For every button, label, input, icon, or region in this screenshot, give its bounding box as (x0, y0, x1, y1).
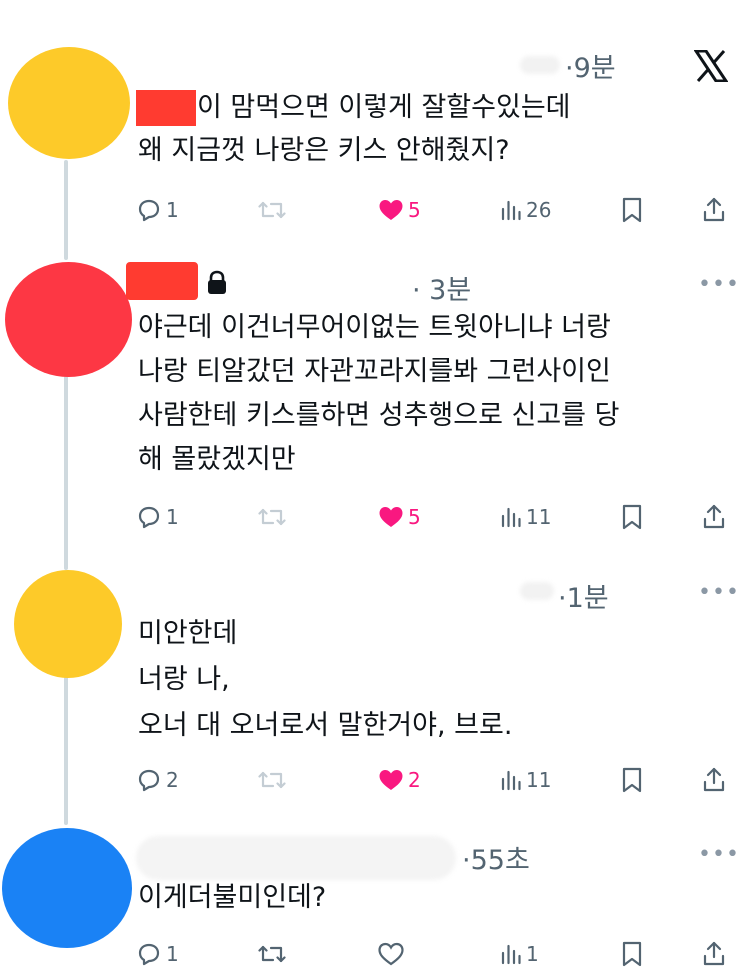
views-button[interactable]: 26 (500, 195, 551, 225)
bookmark-icon (622, 941, 642, 967)
tweet-text-line: 나랑 티알갔던 자관꼬라지를봐 그런사이인 (138, 356, 611, 387)
reply-count: 1 (166, 942, 179, 966)
redacted-name (126, 262, 198, 300)
more-options-icon[interactable]: ••• (698, 272, 740, 297)
tweet-text-line: 사람한테 키스를하면 성추행으로 신고를 당 (138, 400, 620, 431)
retweet-button[interactable] (258, 939, 286, 969)
retweet-button[interactable] (258, 765, 286, 795)
tweet-actions: 1 5 11 (0, 502, 750, 532)
bookmark-button[interactable] (621, 195, 643, 225)
like-button[interactable]: 5 (378, 502, 421, 532)
share-button[interactable] (702, 195, 726, 225)
retweet-icon (258, 945, 286, 963)
tweet-actions: 1 1 (0, 939, 750, 969)
tweet-time[interactable]: ·55초 (462, 838, 530, 877)
tweet-time[interactable]: ·1분 (558, 576, 609, 615)
share-icon (703, 767, 725, 792)
reply-button[interactable]: 2 (136, 765, 179, 795)
share-button[interactable] (702, 939, 726, 969)
tweet-text-line: 미안한데 (138, 618, 238, 649)
view-count: 11 (526, 768, 552, 792)
retweet-icon (258, 201, 286, 219)
more-options-icon[interactable]: ••• (698, 842, 740, 867)
bookmark-button[interactable] (621, 765, 643, 795)
redacted-name (520, 56, 560, 74)
more-options-icon[interactable]: ••• (698, 580, 740, 605)
tweet-text-line: 왜 지금껏 나랑은 키스 안해줬지? (138, 135, 510, 166)
thread-line (64, 675, 68, 825)
reply-count: 1 (166, 505, 179, 529)
tweet-actions: 1 5 26 (0, 195, 750, 225)
heart-filled-icon (379, 770, 403, 790)
retweet-icon (258, 508, 286, 526)
views-button[interactable]: 11 (500, 765, 551, 795)
reply-count: 2 (166, 768, 179, 792)
views-icon (501, 944, 521, 965)
share-button[interactable] (702, 765, 726, 795)
view-count: 26 (526, 198, 552, 222)
like-button[interactable]: 2 (378, 765, 421, 795)
tweet-text-line: 너랑 나, (138, 664, 230, 695)
retweet-button[interactable] (258, 195, 286, 225)
bookmark-button[interactable] (621, 502, 643, 532)
retweet-button[interactable] (258, 502, 286, 532)
heart-outline-icon (378, 942, 404, 966)
like-count: 2 (408, 768, 421, 792)
thread-line (64, 375, 68, 570)
heart-filled-icon (379, 507, 403, 527)
reply-icon (138, 506, 160, 529)
reply-button[interactable]: 1 (136, 502, 179, 532)
tweet-text-line: 이 맘먹으면 이렇게 잘할수있는데 (197, 92, 571, 123)
bookmark-icon (622, 504, 642, 530)
like-count: 5 (408, 198, 421, 222)
like-count: 5 (408, 505, 421, 529)
bookmark-icon (622, 767, 642, 793)
tweet-time[interactable]: · 3분 (412, 268, 471, 307)
avatar[interactable] (8, 47, 130, 159)
reply-icon (138, 769, 160, 792)
redacted-mention (136, 90, 196, 126)
reply-icon (138, 199, 160, 222)
views-button[interactable]: 11 (500, 502, 551, 532)
reply-button[interactable]: 1 (136, 195, 179, 225)
lock-icon (208, 270, 226, 294)
bookmark-button[interactable] (621, 939, 643, 969)
tweet-text-line: 이게더불미인데? (138, 882, 327, 913)
tweet-time[interactable]: ·9분 (565, 46, 616, 85)
tweet-text-line: 오너 대 오너로서 말한거야, 브로. (138, 710, 513, 741)
tweet-text-line: 야근데 이건너무어이없는 트윗아니냐 너랑 (138, 312, 611, 343)
retweet-icon (258, 771, 286, 789)
views-icon (501, 507, 521, 528)
bookmark-icon (622, 197, 642, 223)
views-icon (501, 770, 521, 791)
reply-count: 1 (166, 198, 179, 222)
share-icon (703, 197, 725, 222)
like-button[interactable]: 5 (378, 195, 421, 225)
avatar[interactable] (5, 262, 132, 377)
redacted-name (520, 582, 554, 600)
share-icon (703, 941, 725, 966)
view-count: 1 (526, 942, 539, 966)
like-button[interactable] (378, 939, 404, 969)
avatar[interactable] (2, 828, 132, 948)
views-icon (501, 200, 521, 221)
x-logo-icon[interactable] (693, 49, 729, 86)
avatar[interactable] (14, 570, 122, 678)
view-count: 11 (526, 505, 552, 529)
reply-button[interactable]: 1 (136, 939, 179, 969)
reply-icon (138, 943, 160, 966)
heart-filled-icon (379, 200, 403, 220)
redacted-name (136, 836, 456, 880)
share-button[interactable] (702, 502, 726, 532)
share-icon (703, 504, 725, 529)
tweet-actions: 2 2 11 (0, 765, 750, 795)
tweet-text-line: 해 몰랐겠지만 (138, 444, 296, 475)
views-button[interactable]: 1 (500, 939, 539, 969)
